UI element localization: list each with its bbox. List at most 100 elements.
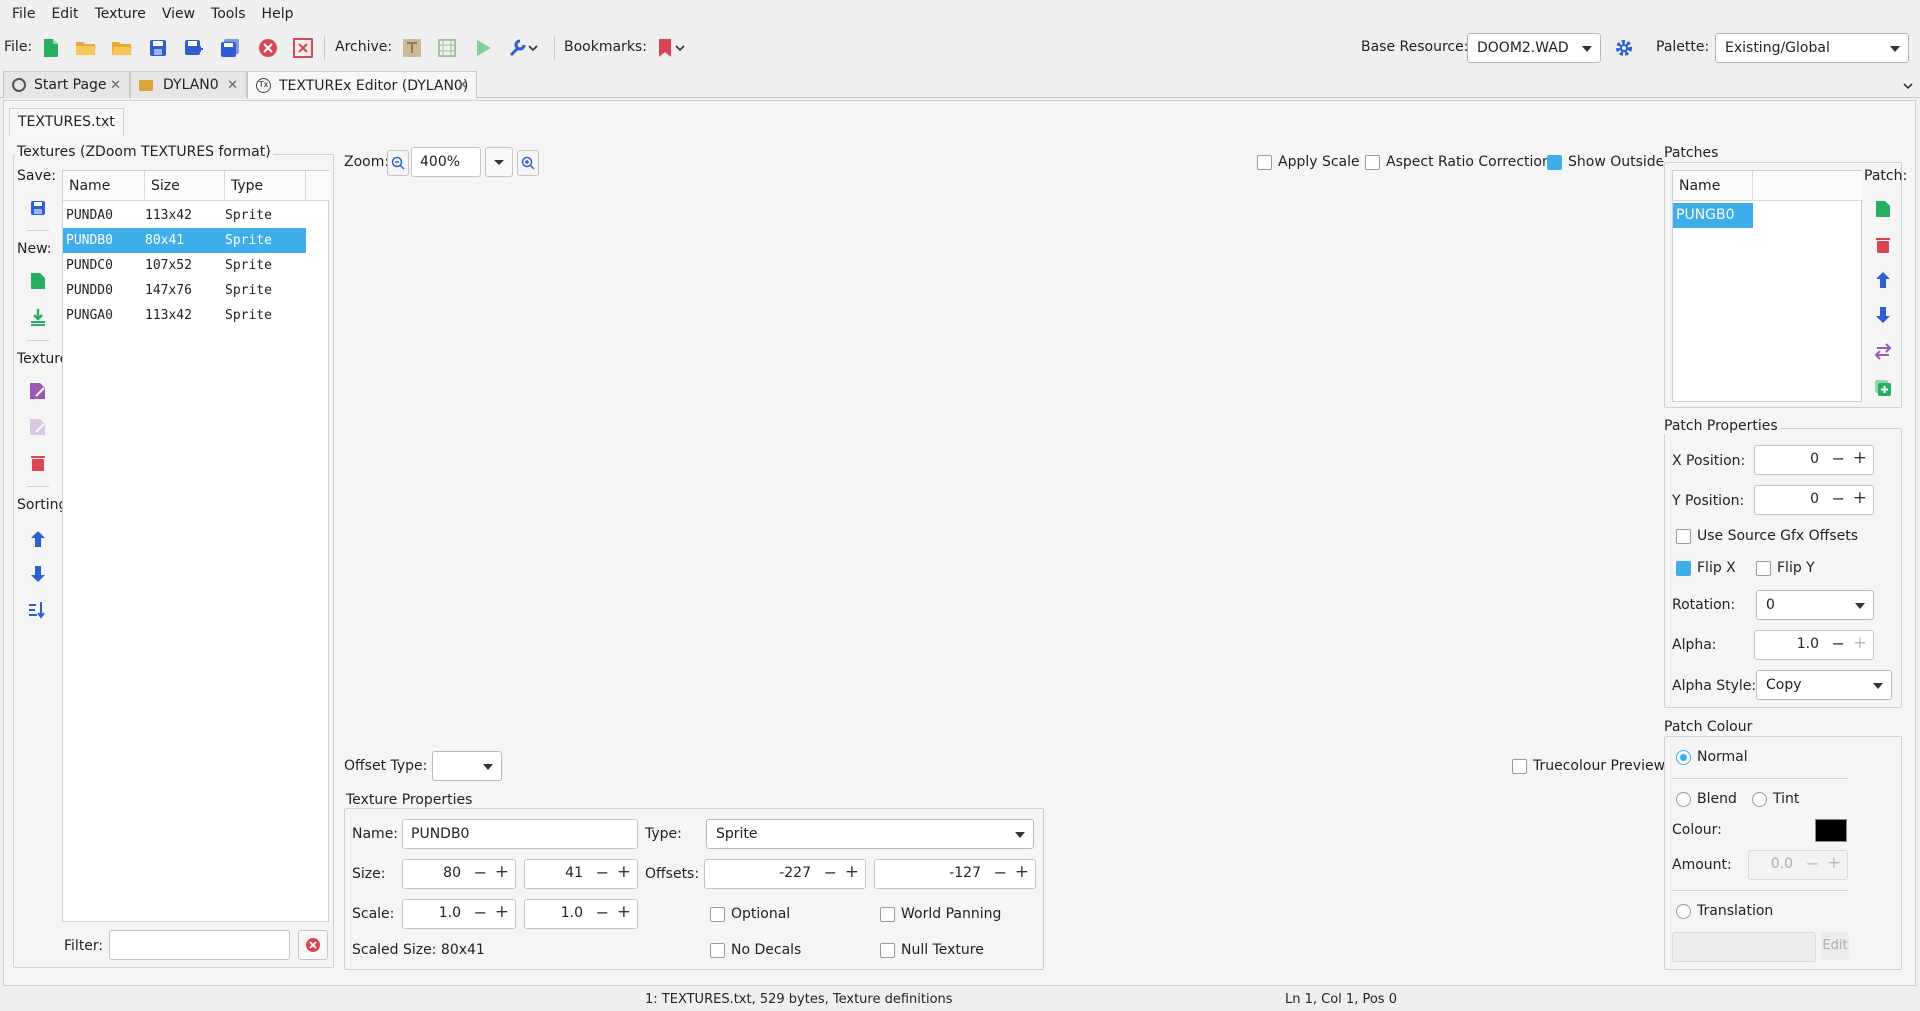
decrement-button[interactable]: −	[1832, 634, 1845, 653]
menu-file[interactable]: File	[4, 0, 43, 28]
translation-input[interactable]	[1672, 932, 1816, 962]
amount-spinbox[interactable]: 0.0− +	[1748, 850, 1848, 880]
table-row[interactable]: PUNDA0 113x42 Sprite	[63, 203, 306, 228]
table-row[interactable]: PUNDC0 107x52 Sprite	[63, 253, 306, 278]
chevron-down-icon[interactable]	[525, 34, 541, 62]
null-texture-checkbox[interactable]: Null Texture	[880, 942, 984, 958]
no-decals-checkbox[interactable]: No Decals	[710, 942, 801, 958]
texture-edit-icon[interactable]	[398, 34, 426, 62]
menu-view[interactable]: View	[154, 0, 203, 28]
world-panning-checkbox[interactable]: World Panning	[880, 906, 1001, 922]
menu-tools[interactable]: Tools	[203, 0, 254, 28]
zoom-in-button[interactable]	[517, 150, 539, 176]
offset-type-select[interactable]	[432, 751, 502, 781]
increment-button[interactable]: +	[495, 862, 509, 882]
height-spinbox[interactable]: 41− +	[524, 859, 638, 889]
close-all-icon[interactable]	[289, 34, 317, 62]
x-position-spinbox[interactable]: 0− +	[1754, 445, 1874, 475]
save-as-icon[interactable]	[180, 34, 208, 62]
translation-radio[interactable]: Translation	[1676, 903, 1773, 919]
increment-button[interactable]: +	[1015, 862, 1029, 882]
apply-scale-checkbox[interactable]: Apply Scale	[1257, 154, 1360, 170]
edit-translation-button[interactable]: Edit	[1821, 932, 1849, 960]
alpha-spinbox[interactable]: 1.0− +	[1754, 630, 1874, 660]
rename-each-icon[interactable]	[25, 414, 51, 440]
import-icon[interactable]	[25, 304, 51, 330]
decrement-button[interactable]: −	[474, 863, 487, 882]
table-row[interactable]: PUNDB0 80x41 Sprite	[63, 228, 306, 253]
move-down-icon[interactable]	[25, 561, 51, 587]
close-icon[interactable]	[254, 34, 282, 62]
use-source-offsets-checkbox[interactable]: Use Source Gfx Offsets	[1676, 528, 1858, 544]
optional-checkbox[interactable]: Optional	[710, 906, 790, 922]
open-folder-icon[interactable]	[72, 34, 100, 62]
tint-radio[interactable]: Tint	[1752, 791, 1799, 807]
texture-name-input[interactable]: PUNDB0	[402, 819, 638, 849]
aspect-ratio-checkbox[interactable]: Aspect Ratio Correction	[1365, 154, 1551, 170]
width-spinbox[interactable]: 80− +	[402, 859, 516, 889]
sort-icon[interactable]	[25, 597, 51, 623]
new-file-icon[interactable]	[37, 34, 65, 62]
close-tab-icon[interactable]: ✕	[457, 78, 468, 93]
new-texture-icon[interactable]	[25, 268, 51, 294]
move-up-icon[interactable]	[1870, 267, 1896, 293]
rotation-select[interactable]: 0	[1756, 590, 1874, 620]
column-header-size[interactable]: Size	[145, 171, 225, 201]
decrement-button[interactable]: −	[596, 863, 609, 882]
close-tab-icon[interactable]: ✕	[110, 78, 121, 93]
tab-start-page[interactable]: Start Page ✕	[3, 71, 130, 98]
menu-edit[interactable]: Edit	[43, 0, 86, 28]
decrement-button[interactable]: −	[1832, 449, 1845, 468]
delete-icon[interactable]	[25, 450, 51, 476]
duplicate-icon[interactable]	[1870, 375, 1896, 401]
table-row[interactable]: PUNDD0 147x76 Sprite	[63, 278, 306, 303]
gear-icon[interactable]	[1610, 34, 1638, 62]
decrement-button[interactable]: −	[1832, 489, 1845, 508]
clear-filter-button[interactable]	[298, 930, 328, 960]
scale-y-spinbox[interactable]: 1.0− +	[524, 899, 638, 929]
increment-button[interactable]: +	[1853, 633, 1867, 653]
close-tab-icon[interactable]: ✕	[227, 78, 238, 93]
texture-canvas[interactable]	[340, 186, 1652, 736]
move-up-icon[interactable]	[25, 526, 51, 552]
tab-textures-txt[interactable]: TEXTURES.txt	[9, 108, 124, 136]
palette-select[interactable]: Existing/Global	[1715, 33, 1909, 63]
zoom-input[interactable]: 400%	[411, 147, 481, 177]
tab-texturex-editor[interactable]: Tx TEXTUREx Editor (DYLAN0) ✕	[247, 71, 477, 99]
offset-x-spinbox[interactable]: -227− +	[704, 859, 866, 889]
blend-radio[interactable]: Blend	[1676, 791, 1737, 807]
column-header-type[interactable]: Type	[225, 171, 306, 201]
column-header-name[interactable]: Name	[63, 171, 145, 201]
tab-dylan0[interactable]: DYLAN0 ✕	[130, 71, 247, 98]
map-edit-icon[interactable]	[433, 34, 461, 62]
decrement-button[interactable]: −	[1806, 854, 1819, 873]
zoom-out-button[interactable]	[387, 150, 409, 176]
decrement-button[interactable]: −	[824, 863, 837, 882]
alpha-style-select[interactable]: Copy	[1756, 670, 1892, 700]
run-icon[interactable]	[469, 34, 497, 62]
texture-type-select[interactable]: Sprite	[706, 819, 1034, 849]
save-all-icon[interactable]	[216, 34, 244, 62]
patches-list[interactable]: Name PUNGB0	[1672, 170, 1863, 402]
chevron-down-icon[interactable]	[672, 34, 688, 62]
filter-input[interactable]	[109, 930, 290, 960]
increment-button[interactable]: +	[1853, 488, 1867, 508]
increment-button[interactable]: +	[617, 902, 631, 922]
truecolour-preview-checkbox[interactable]: Truecolour Preview	[1512, 758, 1665, 774]
colour-swatch-button[interactable]	[1815, 819, 1847, 842]
increment-button[interactable]: +	[495, 902, 509, 922]
increment-button[interactable]: +	[617, 862, 631, 882]
increment-button[interactable]: +	[845, 862, 859, 882]
increment-button[interactable]: +	[1827, 853, 1841, 873]
delete-icon[interactable]	[1870, 232, 1896, 258]
y-position-spinbox[interactable]: 0− +	[1754, 485, 1874, 515]
chevron-down-icon[interactable]	[1903, 78, 1913, 94]
scale-x-spinbox[interactable]: 1.0− +	[402, 899, 516, 929]
decrement-button[interactable]: −	[474, 903, 487, 922]
base-resource-select[interactable]: DOOM2.WAD	[1467, 33, 1601, 63]
save-icon[interactable]	[144, 34, 172, 62]
flip-y-checkbox[interactable]: Flip Y	[1756, 560, 1815, 576]
offset-y-spinbox[interactable]: -127− +	[874, 859, 1036, 889]
add-patch-icon[interactable]	[1870, 196, 1896, 222]
show-outside-checkbox[interactable]: Show Outside	[1547, 154, 1664, 170]
